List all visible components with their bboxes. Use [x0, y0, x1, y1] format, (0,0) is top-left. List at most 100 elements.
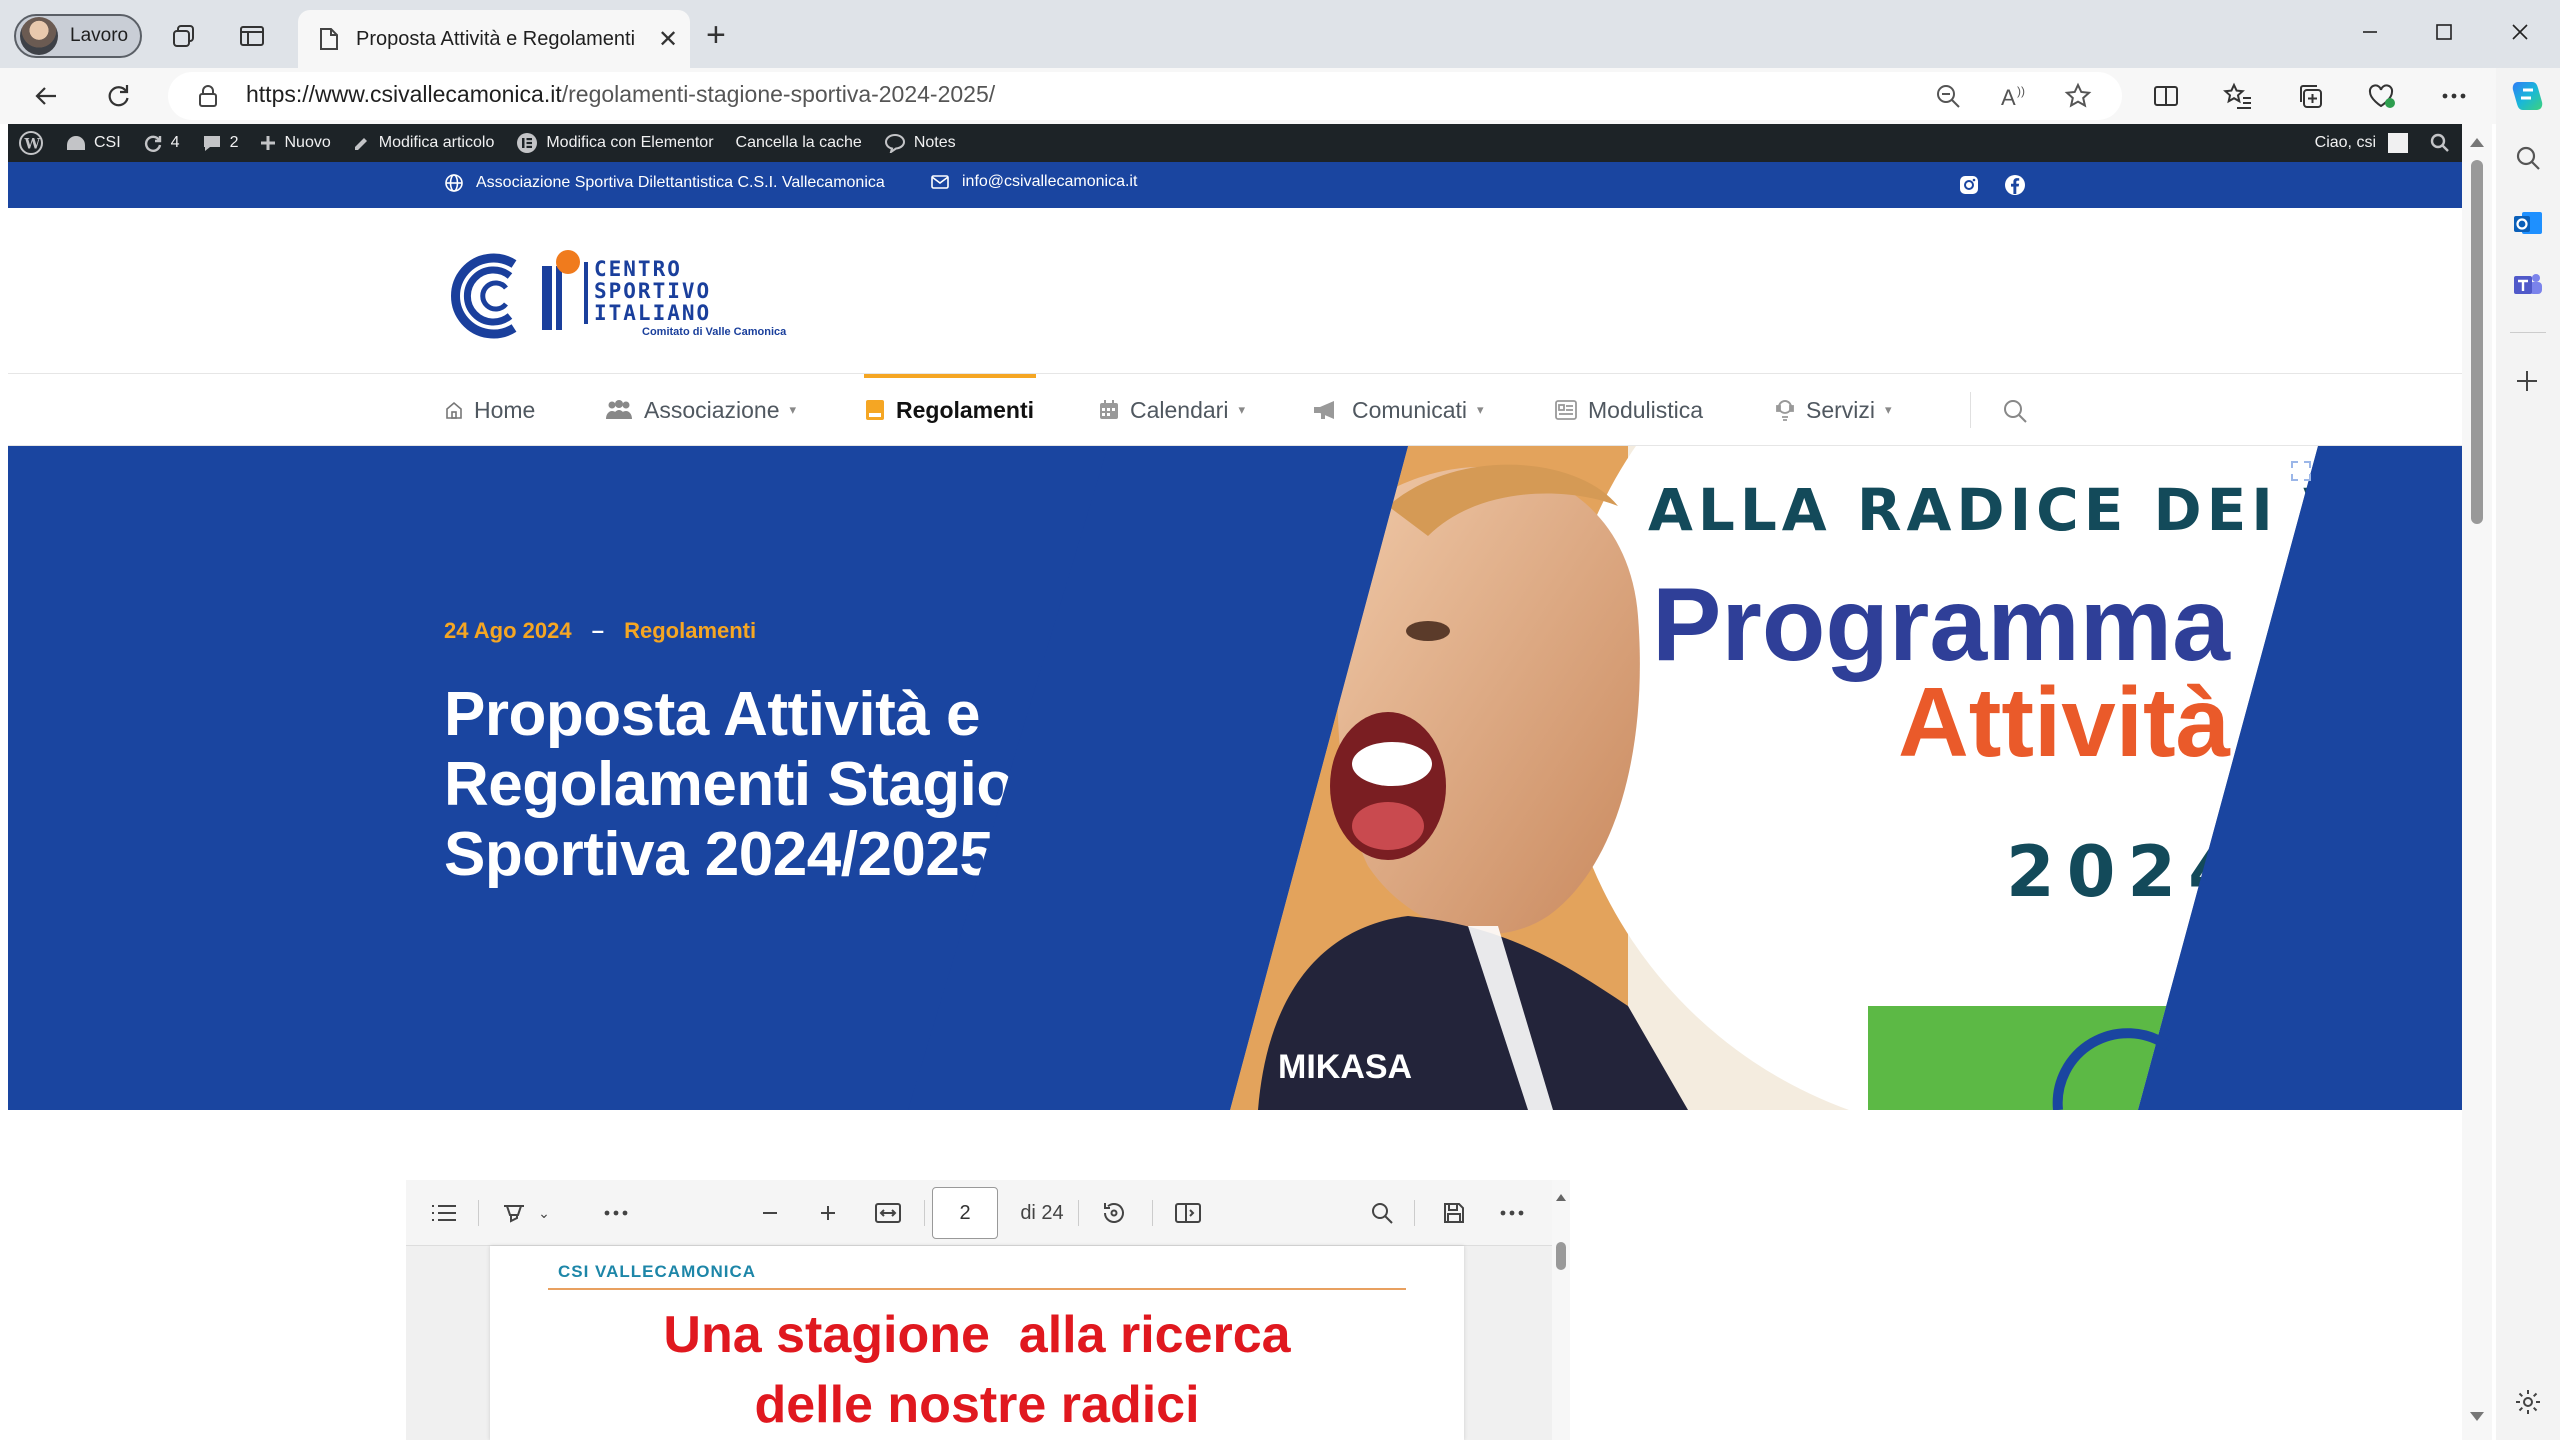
menu-item-associazione[interactable]: Associazione ▾ [604, 374, 796, 446]
page-view-icon[interactable] [1168, 1180, 1208, 1246]
close-tab-icon[interactable]: ✕ [658, 25, 678, 54]
wp-updates-count: 4 [170, 134, 180, 151]
avatar [20, 17, 58, 55]
chevron-down-icon: ▾ [1238, 402, 1245, 417]
wp-notes-label: Notes [913, 134, 956, 151]
menu-item-regolamenti[interactable]: Regolamenti [864, 374, 1036, 446]
toolbar-divider [1152, 1200, 1153, 1226]
wp-updates-link[interactable]: 4 [143, 133, 180, 153]
wp-clear-cache-label: Cancella la cache [735, 134, 862, 151]
add-sidebar-icon[interactable] [2514, 368, 2540, 394]
search-sidebar-icon[interactable] [2514, 144, 2542, 172]
menu-label-comunicati: Comunicati [1352, 396, 1468, 423]
instagram-icon[interactable] [1958, 174, 1980, 196]
toolbar-divider [924, 1200, 925, 1226]
email-link[interactable]: info@csivallecamonica.it [962, 173, 1137, 191]
chevron-down-icon: ▾ [1477, 402, 1484, 417]
active-tab[interactable]: Proposta Attività e Regolamenti ✕ [298, 10, 690, 68]
logo-line-2: SPORTIVO [594, 279, 712, 303]
wp-new-label: Nuovo [284, 134, 331, 151]
wp-new-link[interactable]: Nuovo [260, 134, 331, 152]
menu-label-associazione: Associazione [644, 396, 780, 423]
save-icon[interactable] [1434, 1180, 1474, 1246]
scroll-down-icon[interactable] [2470, 1412, 2484, 1421]
zoom-out-pdf-icon[interactable] [752, 1180, 788, 1246]
zoom-out-icon[interactable] [1928, 76, 1968, 116]
wp-admin-bar: W CSI 4 2 Nuovo Modifica articolo Modifi… [8, 124, 2462, 162]
wordpress-logo-icon[interactable]: W [18, 130, 44, 156]
image-shirt-text: MIKASA [1278, 1048, 1412, 1086]
plus-icon [261, 136, 276, 150]
menu-item-comunicati[interactable]: Comunicati ▾ [1312, 374, 1484, 446]
pdf-page: CSI VALLECAMONICA Una stagione alla rice… [490, 1246, 1464, 1440]
workspaces-icon[interactable] [166, 18, 202, 54]
collections-icon[interactable] [2290, 76, 2330, 116]
maximize-icon[interactable] [2424, 12, 2464, 52]
highlight-options-chevron-icon[interactable]: ⌄ [534, 1180, 554, 1246]
read-aloud-icon[interactable]: A)) [1994, 76, 2034, 116]
browser-tab-bar: Lavoro Proposta Attività e Regolamenti ✕… [0, 0, 2560, 68]
new-tab-icon[interactable]: + [706, 18, 726, 52]
menu-item-servizi[interactable]: Servizi ▾ [1774, 374, 1892, 446]
wp-search-icon[interactable] [2430, 133, 2450, 153]
topbar-email[interactable]: info@csivallecamonica.it [930, 173, 1137, 191]
wp-comments-count: 2 [229, 134, 239, 151]
featured-image: ALLA RADICE DEI VALORI Programma Attivit… [8, 446, 2462, 1110]
pdf-more-options-icon[interactable] [1492, 1180, 1532, 1246]
refresh-icon[interactable] [98, 76, 138, 116]
scroll-up-icon[interactable] [2470, 138, 2484, 147]
wp-notes-link[interactable]: Notes [884, 133, 956, 153]
wp-user-avatar[interactable] [2388, 133, 2408, 153]
outlook-icon[interactable] [2512, 208, 2544, 238]
image-title-1: Programma [1652, 567, 2231, 683]
page-number-input[interactable]: 2 [932, 1187, 998, 1239]
menu-item-home[interactable]: Home [444, 374, 535, 446]
book-icon [866, 400, 884, 420]
wp-edit-article-link[interactable]: Modifica articolo [353, 134, 495, 152]
wp-clear-cache-link[interactable]: Cancella la cache [736, 134, 862, 152]
page-scrollbar[interactable] [2462, 124, 2492, 1440]
rotate-icon[interactable] [1094, 1180, 1134, 1246]
favorite-star-icon[interactable] [2058, 76, 2098, 116]
pdf-search-icon[interactable] [1362, 1180, 1402, 1246]
menu-item-modulistica[interactable]: Modulistica [1554, 374, 1703, 446]
wp-site-link[interactable]: CSI [66, 134, 121, 152]
pdf-scrollbar-thumb[interactable] [1556, 1242, 1566, 1270]
teams-icon[interactable] [2512, 270, 2544, 300]
menu-item-calendari[interactable]: Calendari ▾ [1098, 374, 1245, 446]
zoom-in-pdf-icon[interactable] [810, 1180, 846, 1246]
site-logo[interactable]: CENTRO SPORTIVO ITALIANO Comitato di Val… [444, 246, 786, 346]
table-of-contents-icon[interactable] [426, 1180, 462, 1246]
wp-site-name: CSI [94, 134, 121, 151]
wp-elementor-link[interactable]: Modifica con Elementor [516, 132, 714, 154]
fit-width-icon[interactable] [868, 1180, 908, 1246]
scrollbar-thumb[interactable] [2471, 160, 2483, 524]
site-header: CENTRO SPORTIVO ITALIANO Comitato di Val… [8, 208, 2462, 374]
image-title-2: Attività [1898, 667, 2231, 777]
more-options-icon[interactable] [2434, 76, 2474, 116]
browser-essentials-icon[interactable] [2362, 76, 2402, 116]
more-tools-icon[interactable] [596, 1180, 636, 1246]
menu-search-icon[interactable] [2002, 398, 2028, 424]
highlight-icon[interactable] [496, 1180, 532, 1246]
globe-icon [445, 174, 463, 192]
wp-greeting[interactable]: Ciao, csi [2315, 134, 2376, 152]
expand-image-icon[interactable] [2290, 460, 2312, 482]
back-icon[interactable] [26, 76, 66, 116]
facebook-icon[interactable] [2004, 174, 2026, 196]
minimize-icon[interactable] [2350, 12, 2390, 52]
pdf-scrollbar[interactable] [1552, 1180, 1570, 1440]
pdf-scroll-up-icon[interactable] [1556, 1194, 1566, 1201]
vertical-tabs-icon[interactable] [234, 18, 270, 54]
logo-line-1: CENTRO [594, 257, 682, 281]
settings-gear-icon[interactable] [2514, 1388, 2542, 1416]
profile-button[interactable]: Lavoro [14, 14, 142, 58]
favorites-icon[interactable] [2218, 76, 2258, 116]
lock-icon[interactable] [188, 76, 228, 116]
close-window-icon[interactable] [2500, 12, 2540, 52]
wp-edit-article-label: Modifica articolo [378, 134, 495, 151]
split-screen-icon[interactable] [2146, 76, 2186, 116]
copilot-icon[interactable] [2508, 76, 2548, 116]
wp-comments-link[interactable]: 2 [202, 134, 239, 152]
menu-divider [1970, 392, 1971, 428]
